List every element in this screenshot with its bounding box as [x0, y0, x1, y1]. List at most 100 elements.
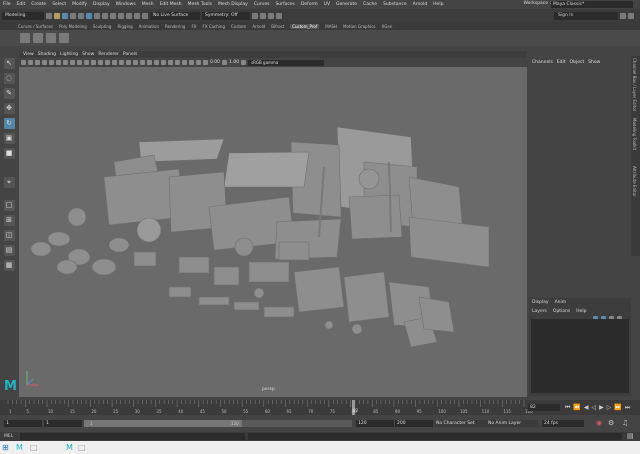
move-tool-icon[interactable]: ✥ [3, 103, 15, 114]
hypershade-icon[interactable] [276, 12, 282, 19]
ipr-render-icon[interactable] [260, 12, 266, 19]
image-plane-icon[interactable] [42, 60, 47, 65]
camera-attr-icon[interactable] [28, 60, 33, 65]
side-tab-attribute-editor[interactable]: Attribute Editor [632, 166, 637, 197]
menu-surfaces[interactable]: Surfaces [275, 2, 295, 7]
step-back-icon[interactable]: ◀ [584, 404, 589, 412]
select-object-icon[interactable] [94, 12, 100, 19]
help-menu[interactable]: Help [576, 309, 586, 314]
menu-help[interactable]: Help [433, 2, 443, 7]
panel-menu-shading[interactable]: Shading [38, 52, 56, 57]
menu-arnold[interactable]: Arnold [413, 2, 428, 7]
menu-cache[interactable]: Cache [363, 2, 377, 7]
toggle-panel-icon[interactable] [628, 12, 634, 19]
channels-menu[interactable]: Channels [532, 60, 553, 65]
menu-uv[interactable]: UV [324, 2, 330, 7]
shelf-tab-fx-caching[interactable]: FX Caching [203, 24, 225, 29]
show-menu[interactable]: Show [588, 60, 600, 65]
go-start-icon[interactable]: ⏮ [565, 404, 570, 412]
shelf-tab-xgen[interactable]: XGen [382, 24, 393, 29]
shelf-tool-3-icon[interactable] [46, 33, 56, 43]
anim-prefs-icon[interactable]: ⚙ [608, 419, 614, 427]
mel-label[interactable]: MEL [4, 433, 13, 440]
menu-curves[interactable]: Curves [254, 2, 270, 7]
textured-icon[interactable] [126, 60, 131, 65]
menu-deform[interactable]: Deform [301, 2, 318, 7]
menu-mesh-display[interactable]: Mesh Display [218, 2, 248, 7]
settings-icon[interactable] [620, 12, 626, 19]
shelf-tab-motion-graphics[interactable]: Motion Graphics [343, 24, 376, 29]
mode-select[interactable]: Modeling [2, 11, 44, 20]
layout-two-icon[interactable]: ◫ [3, 230, 15, 241]
layout-single-icon[interactable]: □ [3, 200, 15, 211]
edit-menu[interactable]: Edit [557, 60, 566, 65]
current-frame-field[interactable]: 82 [528, 404, 560, 411]
side-tab-modeling-toolkit[interactable]: Modeling Toolkit [632, 118, 637, 150]
panel-menu-renderer[interactable]: Renderer [98, 52, 119, 57]
motion-blur-icon[interactable] [154, 60, 159, 65]
shelf-tab-animation[interactable]: Animation [139, 24, 159, 29]
lasso-tool-icon[interactable]: ◌ [3, 73, 15, 84]
shelf-tab-mash[interactable]: MASH [325, 24, 337, 29]
menu-select[interactable]: Select [52, 2, 66, 7]
explorer-icon[interactable]: □ [30, 443, 39, 452]
isolate-select-icon[interactable] [175, 60, 180, 65]
play-forward-icon[interactable]: ▶ [599, 404, 604, 412]
side-tab-channel-box[interactable]: Channel Box / Layer Editor [632, 58, 637, 111]
menu-windows[interactable]: Windows [116, 2, 136, 7]
shelf-tab-curves-surfaces[interactable]: Curves / Surfaces [18, 24, 53, 29]
menu-file[interactable]: File [3, 2, 11, 7]
color-management-icon[interactable] [241, 60, 247, 65]
layer-tab-anim[interactable]: Anim [555, 300, 567, 305]
layout-outliner-icon[interactable]: ▤ [3, 245, 15, 256]
save-scene-icon[interactable] [62, 12, 68, 19]
shelf-tool-4-icon[interactable] [59, 33, 69, 43]
menu-edit[interactable]: Edit [17, 2, 26, 7]
bookmark-icon[interactable] [35, 60, 40, 65]
sound-icon[interactable]: ♫ [622, 419, 628, 427]
redo-icon[interactable] [78, 12, 84, 19]
options-menu[interactable]: Options [553, 309, 570, 314]
shelf-tab-custom[interactable]: Custom [231, 24, 246, 29]
workspace-select[interactable]: Maya Classic* [551, 1, 633, 8]
safe-title-icon[interactable] [91, 60, 96, 65]
xray-components-icon[interactable] [196, 60, 201, 65]
ambient-occlusion-icon[interactable] [147, 60, 152, 65]
scale-tool-icon[interactable]: ▣ [3, 133, 15, 144]
shelf-tab-rigging[interactable]: Rigging [117, 24, 132, 29]
paint-select-icon[interactable]: ✎ [3, 88, 15, 99]
shelf-tab-rendering[interactable]: Rendering [165, 24, 185, 29]
fps-select[interactable]: 24 fps [542, 420, 584, 427]
menu-mesh[interactable]: Mesh [142, 2, 154, 7]
layer-tab-display[interactable]: Display [532, 300, 549, 305]
viewport-persp[interactable]: persp [19, 67, 527, 397]
range-slider[interactable]: 1 120 [84, 420, 352, 427]
live-surface-field[interactable]: No Live Surface [150, 11, 200, 20]
panel-menu-panels[interactable]: Panels [123, 52, 137, 57]
wireframe-on-shaded-icon[interactable] [119, 60, 124, 65]
select-tool-icon[interactable]: ↖ [3, 58, 15, 69]
shelf-tab-fx[interactable]: FX [191, 24, 196, 29]
layout-four-icon[interactable]: ⊞ [3, 215, 15, 226]
object-menu[interactable]: Object [570, 60, 585, 65]
menu-mesh-tools[interactable]: Mesh Tools [188, 2, 212, 7]
shelf-tab-poly-modeling[interactable]: Poly Modeling [59, 24, 87, 29]
snap-view-icon[interactable] [134, 12, 140, 19]
maya-app-icon[interactable]: M [16, 443, 25, 452]
snap-curve-icon[interactable] [118, 12, 124, 19]
layers-menu[interactable]: Layers [532, 309, 547, 314]
shelf-tab-bifrost[interactable]: Bifrost [271, 24, 284, 29]
xray-icon[interactable] [182, 60, 187, 65]
playback-end-field[interactable]: 120 [356, 420, 394, 427]
gamma-value[interactable]: 1.00 [229, 60, 239, 65]
undo-icon[interactable] [70, 12, 76, 19]
gate-mask-icon[interactable] [70, 60, 75, 65]
shelf-tool-1-icon[interactable] [20, 33, 30, 43]
panel-menu-lighting[interactable]: Lighting [60, 52, 78, 57]
select-component-icon[interactable] [102, 12, 108, 19]
shelf-tool-2-icon[interactable] [33, 33, 43, 43]
menu-display[interactable]: Display [93, 2, 110, 7]
layout-graph-icon[interactable]: ▦ [3, 260, 15, 271]
field-chart-icon[interactable] [77, 60, 82, 65]
auto-key-icon[interactable]: ◉ [596, 419, 602, 427]
